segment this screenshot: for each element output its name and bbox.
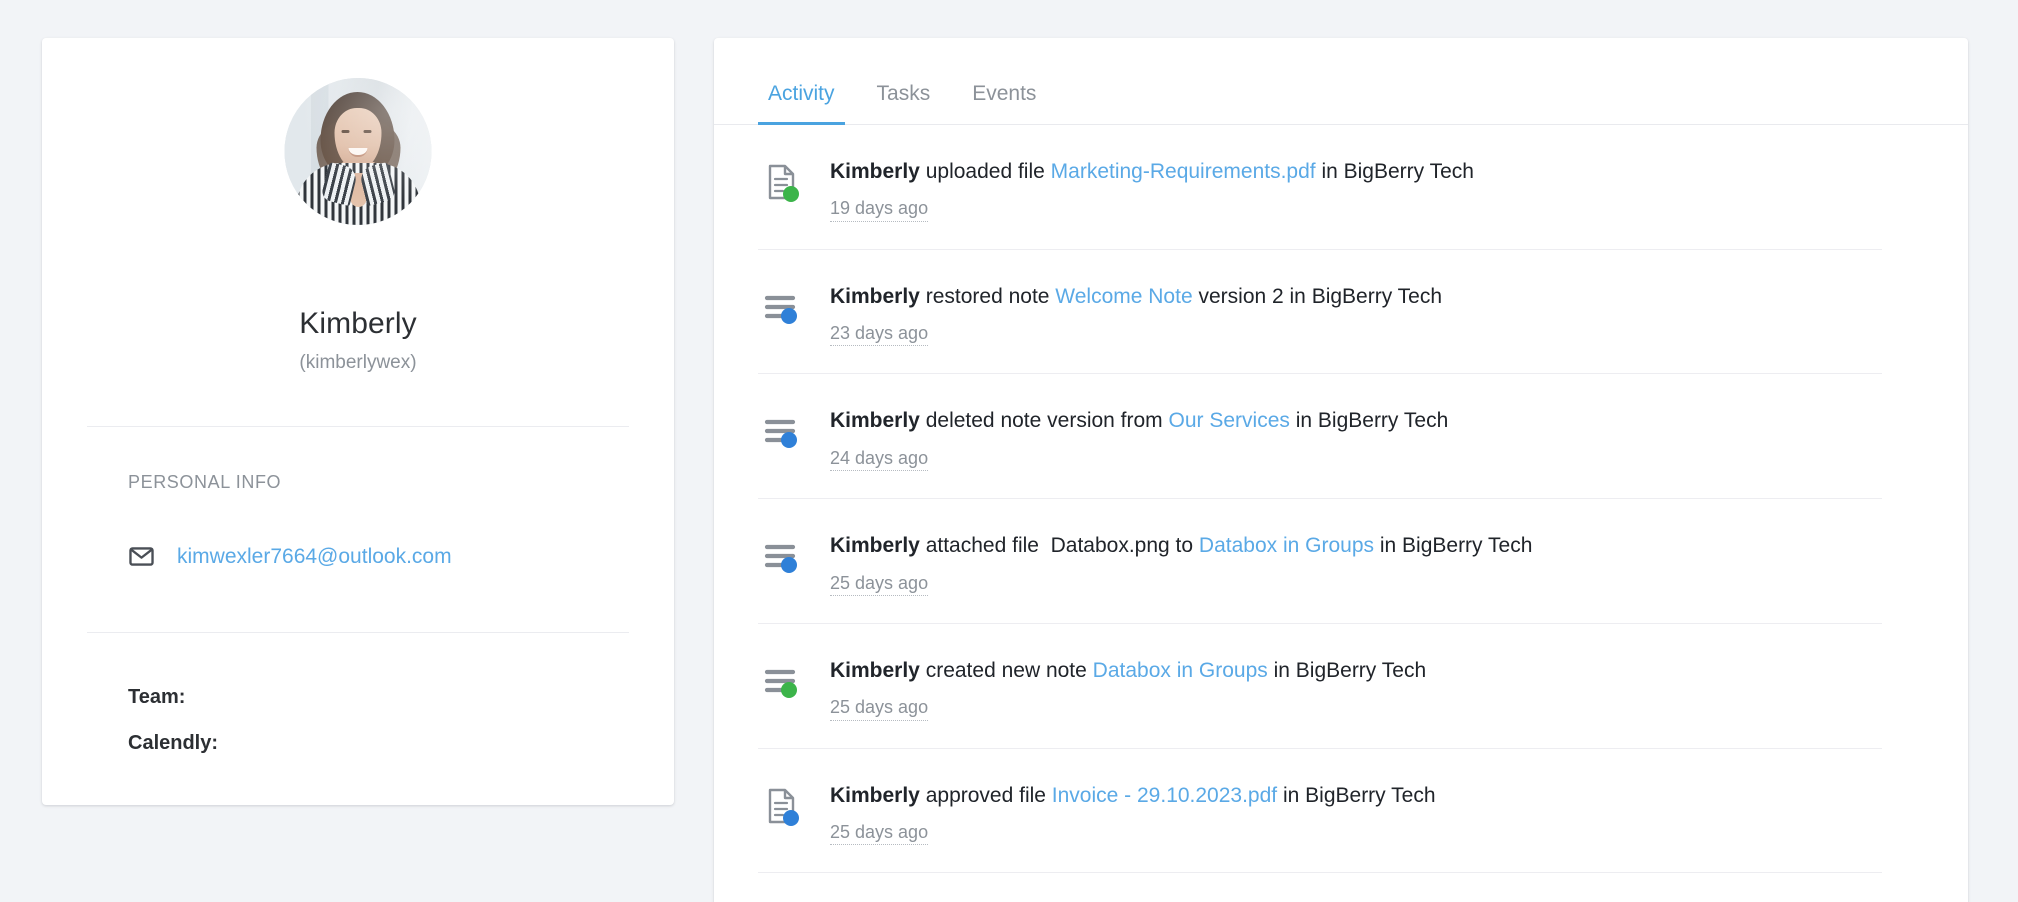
activity-target-link[interactable]: Invoice - 29.10.2023.pdf xyxy=(1052,784,1277,807)
activity-action-before: uploaded file xyxy=(919,160,1051,183)
activity-item-text: Kimberly attached file Databox.png to Da… xyxy=(830,532,1532,560)
divider-top xyxy=(87,426,629,427)
activity-actor: Kimberly xyxy=(830,160,920,183)
activity-target-link[interactable]: Welcome Note xyxy=(1055,285,1192,308)
activity-action-after: version 2 in BigBerry Tech xyxy=(1192,284,1443,308)
activity-action-before: deleted note version from xyxy=(919,409,1169,433)
activity-timestamp: 24 days ago xyxy=(830,447,929,472)
activity-action-after: in BigBerry Tech xyxy=(1374,534,1533,558)
activity-timestamp: 25 days ago xyxy=(830,821,929,846)
activity-card: Activity Tasks Events Kimberly uploaded … xyxy=(714,38,1968,902)
document-icon xyxy=(758,783,804,829)
activity-action-after: in BigBerry Tech xyxy=(1315,160,1474,183)
activity-action-after: in BigBerry Tech xyxy=(1267,658,1427,682)
note-icon xyxy=(758,284,804,330)
divider-bottom xyxy=(87,632,629,633)
activity-item-body: Kimberly created new note Databox in Gro… xyxy=(830,656,1426,721)
activity-item-text: Kimberly deleted note version from Our S… xyxy=(830,407,1448,435)
activity-item: Kimberly restored note Welcome Note vers… xyxy=(758,250,1924,375)
activity-timestamp: 23 days ago xyxy=(830,322,929,347)
profile-name: Kimberly xyxy=(299,307,417,340)
mail-icon xyxy=(129,547,154,566)
tab-tasks[interactable]: Tasks xyxy=(867,83,941,124)
activity-item-body: Kimberly restored note Welcome Note vers… xyxy=(830,282,1442,347)
activity-target-link[interactable]: Databox in Groups xyxy=(1093,659,1268,682)
activity-item-body: Kimberly approved file Invoice - 29.10.2… xyxy=(830,781,1436,846)
note-icon xyxy=(758,533,804,579)
activity-timestamp: 25 days ago xyxy=(830,572,929,596)
email-row: kimwexler7664@outlook.com xyxy=(128,543,452,570)
activity-item-text: Kimberly created new note Databox in Gro… xyxy=(830,657,1426,685)
activity-item: Kimberly attached file Databox.png to Da… xyxy=(758,499,1924,624)
activity-item-body: Kimberly deleted note version from Our S… xyxy=(830,406,1448,472)
activity-time-wrap: 25 days ago xyxy=(830,685,1426,721)
activity-target-link[interactable]: Our Services xyxy=(1169,409,1290,432)
activity-item: Kimberly deleted note version from Our S… xyxy=(758,374,1924,499)
activity-actor: Kimberly xyxy=(830,658,920,682)
activity-item: Kimberly approved file Invoice - 29.10.2… xyxy=(758,749,1924,874)
activity-timestamp: 19 days ago xyxy=(830,197,929,222)
activity-action-before: attached file Databox.png to xyxy=(919,534,1199,558)
profile-handle: (kimberlywex) xyxy=(299,352,417,373)
activity-target-link[interactable]: Marketing-Requirements.pdf xyxy=(1051,160,1316,183)
email-link[interactable]: kimwexler7664@outlook.com xyxy=(177,545,452,569)
activity-time-wrap: 19 days ago xyxy=(830,186,1474,222)
activity-target-link[interactable]: Databox in Groups xyxy=(1199,534,1374,557)
activity-action-before: approved file xyxy=(919,783,1052,807)
tab-events[interactable]: Events xyxy=(962,83,1046,124)
activity-item-text: Kimberly uploaded file Marketing-Require… xyxy=(830,158,1474,186)
activity-item-text: Kimberly restored note Welcome Note vers… xyxy=(830,283,1442,311)
activity-action-after: in BigBerry Tech xyxy=(1277,783,1436,807)
field-team-label: Team: xyxy=(128,686,186,708)
activity-feed: Kimberly uploaded file Marketing-Require… xyxy=(714,125,1968,874)
activity-time-wrap: 23 days ago xyxy=(830,311,1442,347)
activity-time-wrap: 24 days ago xyxy=(830,436,1448,472)
activity-item: Kimberly uploaded file Marketing-Require… xyxy=(758,125,1924,250)
activity-item: Kimberly created new note Databox in Gro… xyxy=(758,624,1924,749)
tab-bar: Activity Tasks Events xyxy=(714,38,1968,125)
avatar xyxy=(284,78,432,225)
activity-action-after: in BigBerry Tech xyxy=(1289,409,1449,433)
activity-action-before: created new note xyxy=(919,658,1093,682)
note-icon xyxy=(758,408,804,454)
activity-time-wrap: 25 days ago xyxy=(830,561,1532,596)
field-calendly-label: Calendly: xyxy=(128,732,219,754)
personal-info-label: PERSONAL INFO xyxy=(128,472,282,492)
document-icon xyxy=(758,159,804,205)
activity-item-body: Kimberly uploaded file Marketing-Require… xyxy=(830,157,1474,222)
avatar-photo xyxy=(284,78,432,225)
profile-card: Kimberly (kimberlywex) PERSONAL INFO kim… xyxy=(42,38,674,805)
activity-item-body: Kimberly attached file Databox.png to Da… xyxy=(830,531,1532,596)
activity-actor: Kimberly xyxy=(830,284,920,308)
activity-time-wrap: 25 days ago xyxy=(830,810,1436,846)
activity-action-before: restored note xyxy=(919,284,1056,308)
activity-item-text: Kimberly approved file Invoice - 29.10.2… xyxy=(830,782,1436,810)
page-root: Kimberly (kimberlywex) PERSONAL INFO kim… xyxy=(0,0,2018,902)
activity-actor: Kimberly xyxy=(830,534,920,558)
activity-actor: Kimberly xyxy=(830,783,920,807)
tab-activity[interactable]: Activity xyxy=(758,83,845,125)
activity-actor: Kimberly xyxy=(830,409,920,433)
activity-timestamp: 25 days ago xyxy=(830,696,929,721)
note-icon xyxy=(758,658,804,704)
